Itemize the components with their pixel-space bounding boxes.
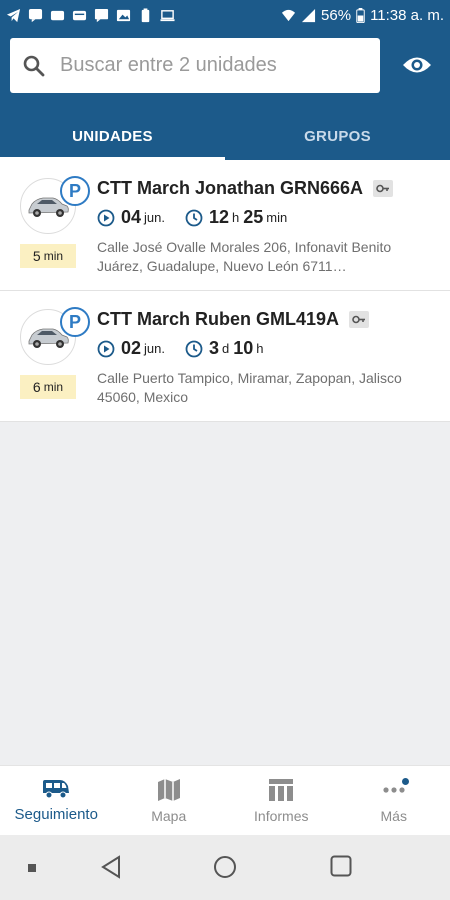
play-circle-icon <box>97 209 115 226</box>
battery-icon <box>356 7 365 23</box>
last-update-badge: 5 min <box>20 244 76 268</box>
nav-informes[interactable]: Informes <box>225 766 338 835</box>
message-icon <box>72 10 87 20</box>
chat-icon <box>28 8 43 22</box>
key-icon <box>349 311 370 328</box>
battery-saver-icon <box>141 7 150 22</box>
nav-seguimiento[interactable]: Seguimiento <box>0 766 113 835</box>
laptop-icon <box>160 9 175 21</box>
nav-label: Mapa <box>151 807 187 824</box>
map-icon <box>157 778 180 801</box>
system-nav-bar <box>0 835 450 900</box>
telegram-icon <box>6 8 21 22</box>
unit-meta: 04 jun. 12 h 25 min <box>97 207 291 228</box>
nav-label: Seguimiento <box>14 806 98 823</box>
tab-grupos[interactable]: GRUPOS <box>225 112 450 160</box>
nav-mapa[interactable]: Mapa <box>113 766 226 835</box>
unit-row[interactable]: P 5 min CTT March Jonathan GRN666A 04 ju… <box>0 160 450 291</box>
unit-meta: 02 jun. 3 d 10 h <box>97 338 268 359</box>
battery-percent: 56% <box>321 6 352 24</box>
nav-label: Más <box>380 807 407 824</box>
unit-row[interactable]: P 6 min CTT March Ruben GML419A 02 jun. … <box>0 291 450 422</box>
van-icon <box>43 780 70 799</box>
back-icon[interactable] <box>100 855 122 879</box>
image-icon <box>116 9 131 21</box>
search-icon <box>23 55 45 76</box>
search-input[interactable] <box>60 54 370 77</box>
notification-dot <box>401 778 409 785</box>
tab-bar: UNIDADES GRUPOS <box>0 112 450 160</box>
parking-status-icon: P <box>60 176 90 206</box>
nav-label: Informes <box>254 807 309 824</box>
unit-address: Calle José Ovalle Morales 206, Infonavit… <box>97 239 392 274</box>
clock: 11:38 a. m. <box>370 6 444 24</box>
last-update-badge: 6 min <box>20 375 76 399</box>
nav-mas[interactable]: Más <box>338 766 450 835</box>
eye-icon[interactable] <box>402 52 432 78</box>
status-bar: 56% 11:38 a. m. <box>0 0 450 30</box>
clock-icon <box>185 209 203 226</box>
bottom-nav: Seguimiento Mapa Informes Más <box>0 765 450 835</box>
unit-address: Calle Puerto Tampico, Miramar, Zapopan, … <box>97 370 402 405</box>
parking-status-icon: P <box>60 307 90 337</box>
key-icon <box>373 180 394 197</box>
sms-icon <box>94 8 109 22</box>
search-box[interactable] <box>10 38 380 93</box>
clock-icon <box>185 340 203 357</box>
unit-name: CTT March Ruben GML419A <box>97 309 370 330</box>
tab-unidades[interactable]: UNIDADES <box>0 112 225 160</box>
unit-list: P 5 min CTT March Jonathan GRN666A 04 ju… <box>0 160 450 422</box>
recents-icon[interactable] <box>330 855 352 877</box>
wifi-icon <box>281 9 296 21</box>
reports-icon <box>269 778 294 801</box>
unit-name: CTT March Jonathan GRN666A <box>97 178 394 199</box>
play-circle-icon <box>97 340 115 357</box>
app-header: UNIDADES GRUPOS <box>0 30 450 160</box>
system-dot-icon[interactable] <box>28 864 36 872</box>
home-icon[interactable] <box>213 855 237 879</box>
signal-icon <box>301 8 316 22</box>
voicemail-icon <box>50 10 65 20</box>
